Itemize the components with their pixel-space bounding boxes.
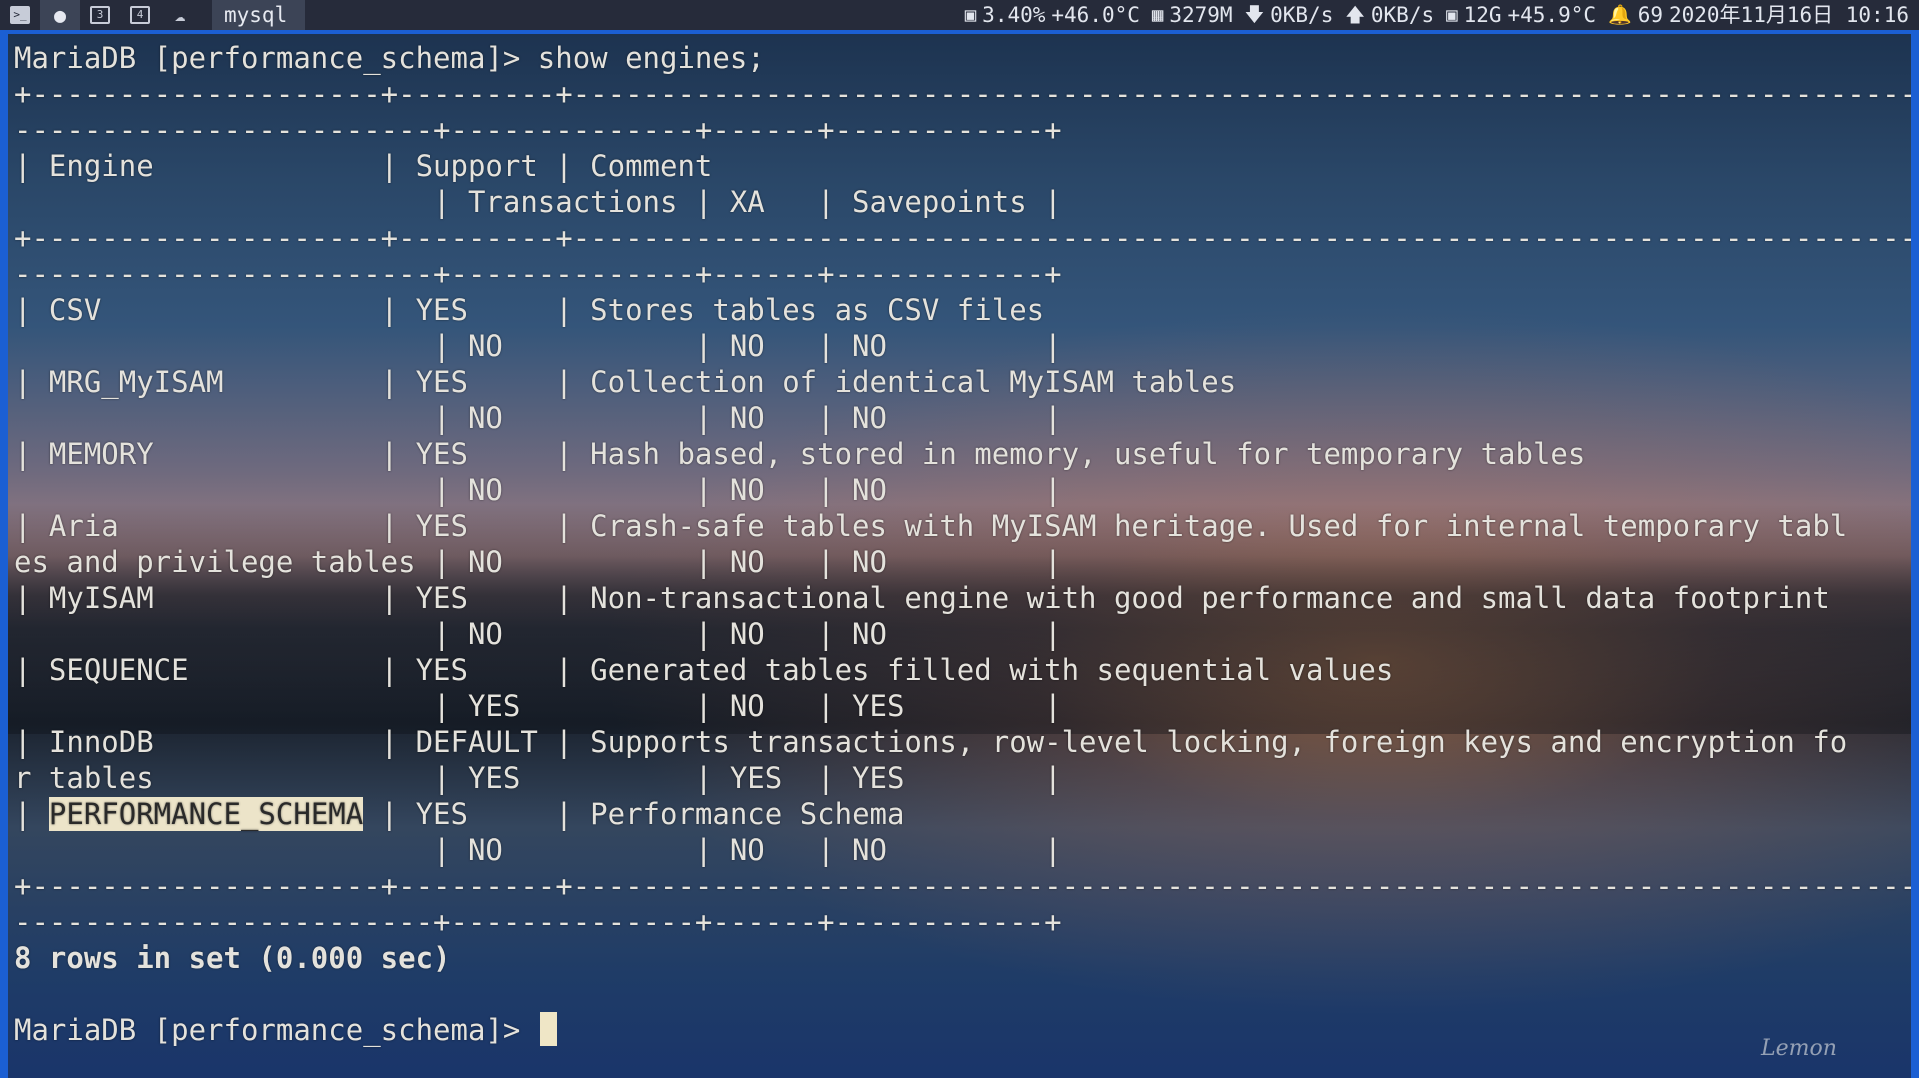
text-cursor [539, 1012, 557, 1046]
table-separator: ------------------------+--------------+… [14, 257, 1062, 291]
window-title[interactable]: mysql [212, 0, 306, 30]
workspace-cloud[interactable]: ☁ [160, 0, 200, 30]
terminal-output[interactable]: MariaDB [performance_schema]> show engin… [14, 40, 1919, 1048]
text-selection[interactable]: PERFORMANCE_SCHEMA [48, 797, 364, 831]
download-speed: 0KB/s [1270, 3, 1334, 27]
command: show engines; [537, 41, 765, 75]
wallpaper-signature: Lemon [1761, 1036, 1837, 1061]
table-separator: +--------------------+---------+--------… [14, 869, 1919, 903]
table-row: | Aria | YES | Crash-safe tables with My… [14, 509, 1848, 543]
cpu-temp: +46.0°C [1051, 3, 1140, 27]
table-row: | SEQUENCE | YES | Generated tables fill… [14, 653, 1394, 687]
disk-icon: ▣ [1446, 4, 1458, 26]
table-header: | Engine | Support | Comment [14, 149, 713, 183]
row-prefix: | [14, 797, 49, 831]
disk-temp: +45.9°C [1507, 3, 1597, 27]
table-row: | YES | NO | YES | [14, 689, 1062, 723]
workspace-4[interactable]: 4 [120, 0, 160, 30]
cpu-usage: 3.40% [982, 3, 1046, 27]
command-line: MariaDB [performance_schema]> show engin… [14, 40, 1911, 76]
cpu-icon: ▣ [964, 4, 977, 26]
workspace-files[interactable]: ● [40, 0, 80, 30]
table-row: | NO | NO | NO | [14, 617, 1062, 651]
table-row: | NO | NO | NO | [14, 401, 1062, 435]
workspace-3[interactable]: 3 [80, 0, 120, 30]
disk-free: 12G [1463, 3, 1502, 27]
table-row: | MEMORY | YES | Hash based, stored in m… [14, 437, 1586, 471]
table-row: | MRG_MyISAM | YES | Collection of ident… [14, 365, 1237, 399]
memory-usage: 3279M [1169, 3, 1233, 27]
table-row: | NO | NO | NO | [14, 833, 1062, 867]
table-row: | NO | NO | NO | [14, 329, 1062, 363]
workspace-4-icon: 4 [130, 6, 150, 24]
system-status: ▣ 3.40% +46.0°C ▦ 3279M 🡇 0KB/s 🡅 0KB/s … [953, 0, 1909, 30]
table-separator: +--------------------+---------+--------… [14, 221, 1919, 255]
bell-icon[interactable]: 🔔 [1608, 0, 1632, 30]
notification-count[interactable]: 69 [1638, 0, 1663, 30]
memory-icon: ▦ [1151, 4, 1164, 26]
table-row: | CSV | YES | Stores tables as CSV files [14, 293, 1045, 327]
table-row: | MyISAM | YES | Non-transactional engin… [14, 581, 1830, 615]
prompt: MariaDB [performance_schema]> [14, 41, 538, 75]
cloud-icon: ☁ [174, 4, 186, 26]
table-row: | InnoDB | DEFAULT | Supports transactio… [14, 725, 1848, 759]
input-line[interactable]: MariaDB [performance_schema]> [14, 1012, 1911, 1048]
table-separator: ------------------------+--------------+… [14, 113, 1062, 147]
table-separator: +--------------------+---------+--------… [14, 77, 1919, 111]
terminal-window[interactable]: MariaDB [performance_schema]> show engin… [0, 30, 1919, 1078]
table-row: es and privilege tables | NO | NO | NO | [14, 545, 1062, 579]
row-suffix: | YES | Performance Schema [363, 797, 905, 831]
workspace-terminal[interactable]: >_ [0, 0, 40, 30]
table-header: | Transactions | XA | Savepoints | [14, 185, 1062, 219]
table-separator: ------------------------+--------------+… [14, 905, 1062, 939]
terminal-icon: >_ [10, 6, 30, 24]
clock[interactable]: 2020年11月16日 10:16 [1669, 0, 1909, 30]
prompt: MariaDB [performance_schema]> [14, 1013, 538, 1047]
upload-speed: 0KB/s [1370, 3, 1435, 27]
download-icon: 🡇 [1244, 4, 1265, 26]
table-row: | NO | NO | NO | [14, 473, 1062, 507]
result-summary: 8 rows in set (0.000 sec) [14, 941, 451, 975]
table-row: | PERFORMANCE_SCHEMA | YES | Performance… [14, 796, 1911, 832]
upload-icon: 🡅 [1345, 4, 1365, 26]
workspace-3-icon: 3 [90, 6, 110, 24]
mouse-icon: ● [53, 3, 67, 27]
top-status-bar: >_ ● 3 4 ☁ mysql ▣ 3.40% +46.0°C ▦ 3279M… [0, 0, 1919, 30]
table-row: r tables | YES | YES | YES | [14, 761, 1062, 795]
